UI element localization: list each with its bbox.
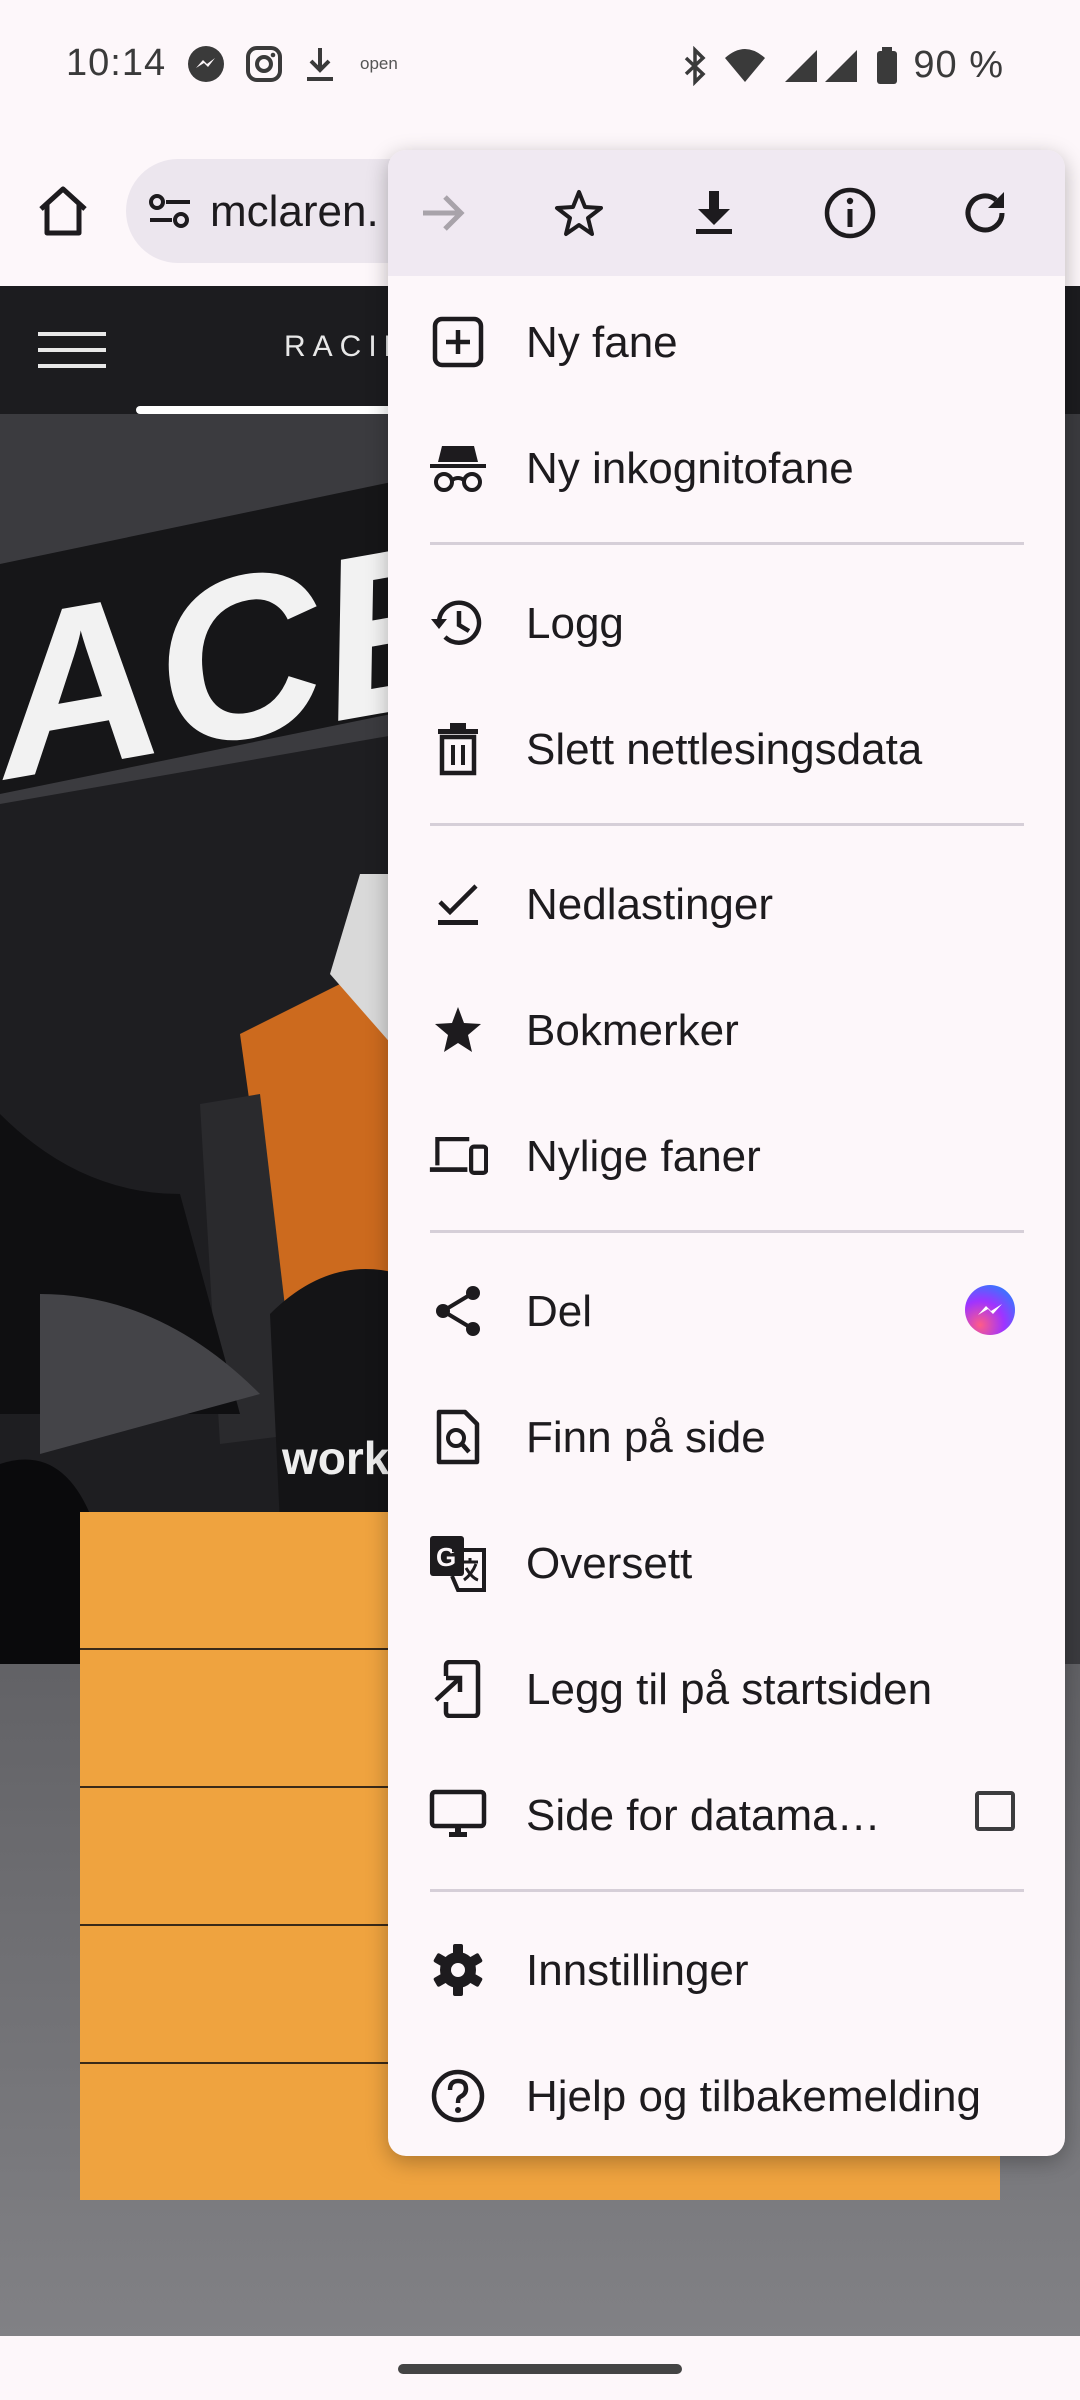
menu-item-label: Legg til på startsiden: [526, 1665, 933, 1714]
menu-item-translate[interactable]: G Oversett: [388, 1499, 1065, 1625]
menu-item-label: Nylige faner: [526, 1132, 761, 1181]
add-to-home-icon: [434, 1660, 481, 1718]
menu-item-label: Slett nettlesingsdata: [526, 725, 923, 774]
refresh-icon: [965, 192, 1005, 233]
battery-icon: [877, 46, 898, 84]
open-label: open: [360, 54, 398, 73]
menu-item-label: Innstillinger: [526, 1946, 749, 1995]
notification-icons: open: [186, 44, 398, 84]
menu-item-desktop-site[interactable]: Side for datama…: [388, 1751, 1065, 1877]
gesture-handle[interactable]: [398, 2364, 682, 2374]
incognito-icon: [430, 446, 486, 492]
menu-item-settings[interactable]: Innstillinger: [388, 1906, 1065, 2032]
share-icon: [436, 1286, 480, 1336]
bluetooth-icon: [685, 45, 706, 86]
menu-item-label: Ny inkognitofane: [526, 444, 854, 493]
find-in-page-icon: [436, 1409, 480, 1465]
menu-item-add-to-home-screen[interactable]: Legg til på startsiden: [388, 1625, 1065, 1751]
menu-item-label: Finn på side: [526, 1413, 766, 1462]
svg-text:G: G: [436, 1542, 456, 1572]
trash-icon: [438, 723, 478, 776]
download-page-icon: [696, 191, 732, 234]
settings-icon: [433, 1944, 483, 1996]
menu-item-label: Bokmerker: [526, 1006, 739, 1055]
status-bar: 10:14 open 90 %: [0, 0, 1080, 135]
help-icon: [431, 2069, 485, 2123]
menu-divider: [430, 1889, 1024, 1892]
menu-divider: [430, 823, 1024, 826]
menu-item-label: Oversett: [526, 1539, 693, 1588]
bookmarks-icon: [435, 1007, 481, 1052]
page-info-button[interactable]: [815, 178, 885, 248]
desktop-icon: [429, 1789, 487, 1837]
forward-icon: [423, 195, 465, 231]
url-text: mclaren.: [210, 187, 379, 236]
menu-item-clear-browsing-data[interactable]: Slett nettlesingsdata: [388, 685, 1065, 811]
menu-item-share[interactable]: Del: [388, 1247, 1065, 1373]
site-menu-icon[interactable]: [38, 332, 106, 380]
bookmark-star-icon: [555, 190, 603, 236]
menu-item-label: Logg: [526, 599, 624, 648]
refresh-button[interactable]: [950, 178, 1020, 248]
instagram-icon: [246, 46, 282, 82]
menu-item-new-incognito-tab[interactable]: Ny inkognitofane: [388, 404, 1065, 530]
downloads-icon: [438, 884, 478, 925]
menu-item-new-tab[interactable]: Ny fane: [388, 278, 1065, 404]
battery-percent: 90 %: [913, 44, 1004, 86]
home-button[interactable]: [30, 178, 96, 244]
system-icons: 90 %: [681, 44, 1004, 87]
menu-item-help-and-feedback[interactable]: Hjelp og tilbakemelding: [388, 2032, 1065, 2156]
translate-icon: G: [430, 1536, 486, 1592]
menu-item-recent-tabs[interactable]: Nylige faner: [388, 1092, 1065, 1218]
home-icon: [39, 186, 87, 236]
history-icon: [431, 600, 482, 645]
page-info-icon: [824, 187, 876, 239]
status-time: 10:14: [66, 42, 167, 84]
forward-button[interactable]: [408, 178, 478, 248]
menu-item-find-in-page[interactable]: Finn på side: [388, 1373, 1065, 1499]
menu-item-history[interactable]: Logg: [388, 559, 1065, 685]
bookmark-button[interactable]: [544, 178, 614, 248]
menu-divider: [430, 1230, 1024, 1233]
menu-action-row: [388, 150, 1065, 276]
menu-item-label: Hjelp og tilbakemelding: [526, 2072, 981, 2121]
signal-icon: [785, 49, 858, 82]
download-icon: [307, 48, 333, 81]
tune-icon[interactable]: [148, 191, 192, 231]
menu-item-downloads[interactable]: Nedlastinger: [388, 840, 1065, 966]
new-tab-icon: [432, 316, 484, 368]
menu-item-label: Nedlastinger: [526, 880, 774, 929]
menu-item-label: Side for datama…: [526, 1791, 881, 1840]
messenger-share-shortcut-icon[interactable]: [965, 1285, 1015, 1335]
download-page-button[interactable]: [679, 178, 749, 248]
desktop-site-checkbox[interactable]: [975, 1791, 1015, 1831]
browser-overflow-menu: Ny fane Ny inkognitofane Logg Slett nett…: [388, 150, 1065, 2156]
menu-item-label: Ny fane: [526, 318, 678, 367]
wifi-icon: [725, 48, 766, 82]
messenger-icon: [188, 46, 224, 82]
devices-icon: [429, 1137, 488, 1175]
menu-item-bookmarks[interactable]: Bokmerker: [388, 966, 1065, 1092]
menu-divider: [430, 542, 1024, 545]
menu-item-label: Del: [526, 1287, 593, 1336]
